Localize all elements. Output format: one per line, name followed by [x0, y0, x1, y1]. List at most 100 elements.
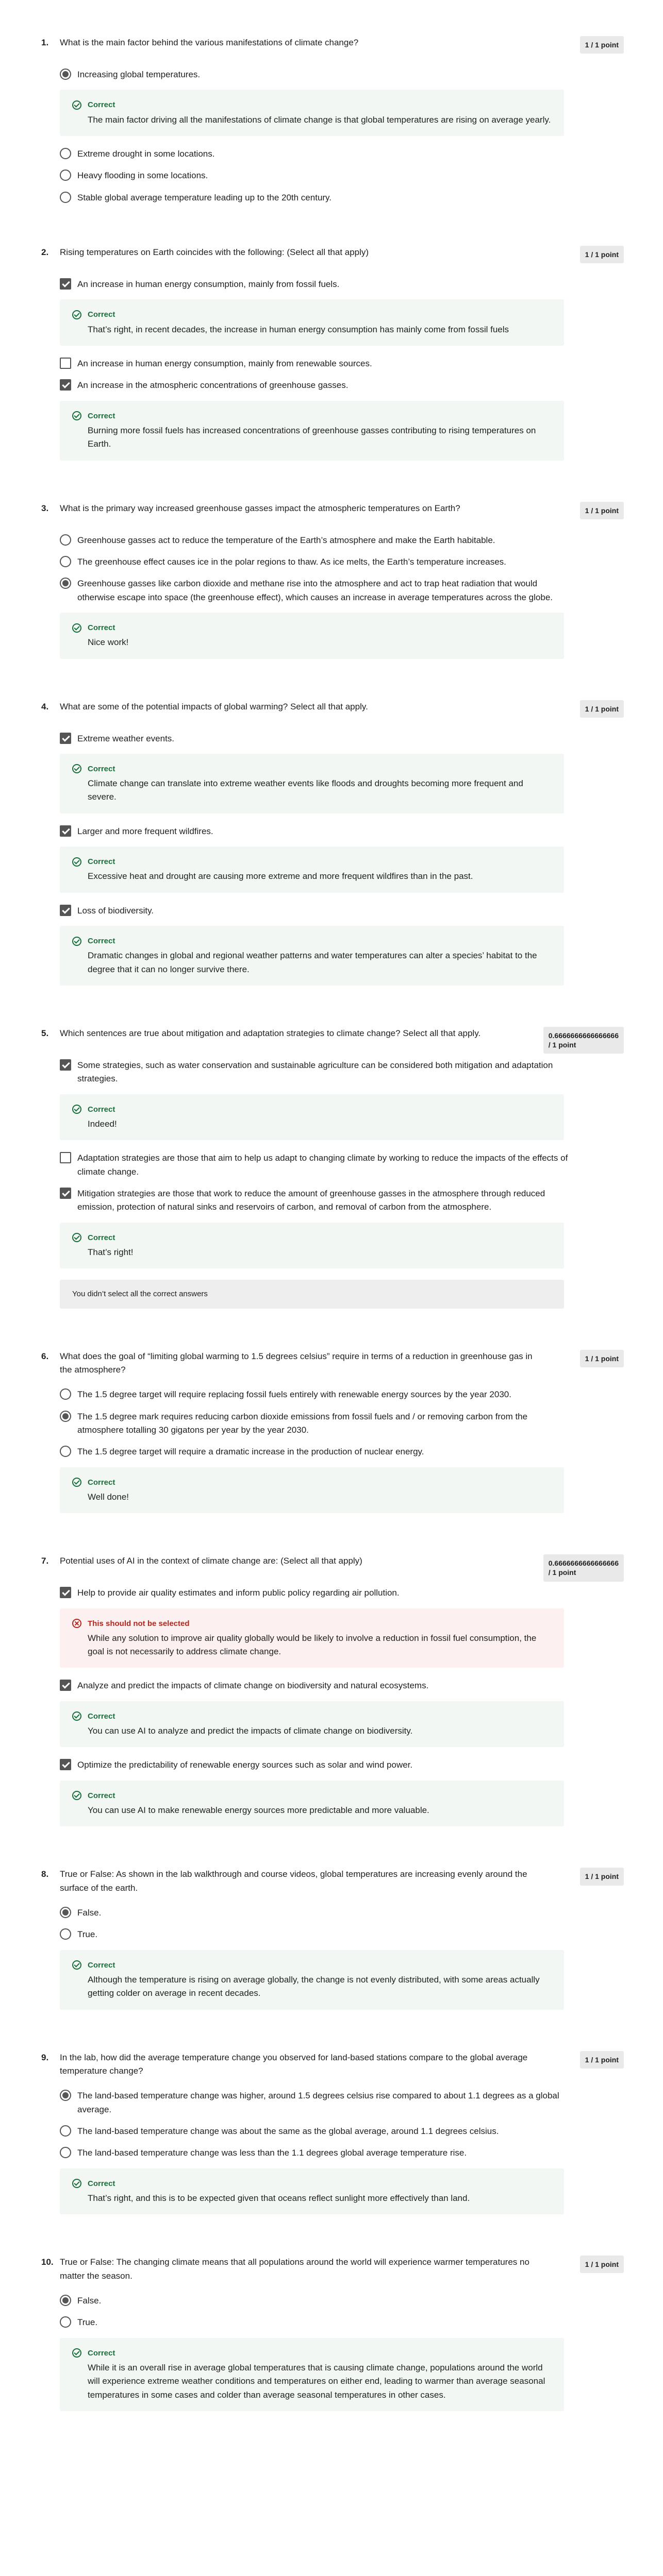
radio-option[interactable]: True.: [60, 1928, 575, 1941]
radio-option[interactable]: The 1.5 degree target will require repla…: [60, 1388, 575, 1401]
option-label: The 1.5 degree target will require a dra…: [77, 1447, 424, 1457]
radio-unselected[interactable]: [60, 191, 71, 203]
checkbox-option[interactable]: Extreme weather events.: [60, 732, 575, 745]
feedback-header: Correct: [72, 2178, 552, 2190]
radio-option[interactable]: Heavy flooding in some locations.: [60, 169, 575, 182]
check-circle-icon: [72, 857, 81, 867]
checkbox-option[interactable]: Larger and more frequent wildfires.: [60, 825, 575, 838]
feedback-header: Correct: [72, 763, 552, 775]
radio-selected[interactable]: [60, 69, 71, 80]
radio-option[interactable]: Increasing global temperatures.: [60, 68, 575, 81]
radio-option[interactable]: Extreme drought in some locations.: [60, 147, 575, 161]
radio-unselected[interactable]: [60, 555, 71, 567]
feedback-title: Correct: [88, 1233, 115, 1242]
feedback-title: This should not be selected: [88, 1619, 190, 1628]
option-label: An increase in human energy consumption,…: [77, 358, 372, 368]
option-label: The land-based temperature change was le…: [77, 2148, 467, 2158]
checkbox-checked[interactable]: [60, 1587, 71, 1599]
radio-option[interactable]: The land-based temperature change was ab…: [60, 2125, 575, 2138]
question-header: 2. Rising temperatures on Earth coincides…: [41, 246, 624, 266]
checkbox-checked[interactable]: [60, 1059, 71, 1071]
option-label: Heavy flooding in some locations.: [77, 171, 208, 181]
feedback-box: Correct That’s right!: [60, 1222, 564, 1269]
checkbox-option[interactable]: Some strategies, such as water conservat…: [60, 1059, 575, 1086]
radio-option[interactable]: The 1.5 degree mark requires reducing ca…: [60, 1410, 575, 1437]
feedback-header: This should not be selected: [72, 1618, 552, 1630]
check-circle-icon: [72, 936, 81, 946]
feedback-text: Burning more fossil fuels has increased …: [88, 425, 536, 449]
question-block: 8. True or False: As shown in the lab wal…: [41, 1868, 624, 2010]
radio-option[interactable]: False.: [60, 1906, 575, 1920]
option-label: Adaptation strategies are those that aim…: [77, 1153, 568, 1177]
checkbox-checked[interactable]: [60, 825, 71, 837]
question-number: 10.: [41, 2257, 54, 2267]
radio-option[interactable]: Stable global average temperature leadin…: [60, 191, 575, 205]
check-circle-icon: [72, 1105, 81, 1114]
radio-unselected[interactable]: [60, 2316, 71, 2328]
radio-unselected[interactable]: [60, 147, 71, 159]
score-badge: 1 / 1 point: [579, 700, 624, 718]
option-label: The 1.5 degree mark requires reducing ca…: [77, 1411, 528, 1435]
question-header: 4. What are some of the potential impacts…: [41, 700, 624, 721]
checkbox-option[interactable]: Optimize the predictability of renewable…: [60, 1758, 575, 1772]
question-prompt: What is the primary way increased greenh…: [60, 503, 460, 513]
question-block: 10. True or False: The changing climate m…: [41, 2256, 624, 2411]
checkbox-unchecked[interactable]: [60, 1152, 71, 1164]
question-prompt: In the lab, how did the average temperat…: [60, 2052, 528, 2076]
question-header: 6. What does the goal of “limiting global…: [41, 1350, 624, 1377]
radio-option[interactable]: The 1.5 degree target will require a dra…: [60, 1445, 575, 1459]
radio-option[interactable]: The land-based temperature change was le…: [60, 2146, 575, 2160]
checkbox-checked[interactable]: [60, 904, 71, 916]
answer-options: Greenhouse gasses act to reduce the temp…: [60, 534, 624, 659]
check-circle-icon: [72, 1711, 81, 1721]
score-badge: 1 / 1 point: [579, 2050, 624, 2069]
radio-option[interactable]: Greenhouse gasses act to reduce the temp…: [60, 534, 575, 547]
checkbox-checked[interactable]: [60, 1680, 71, 1691]
radio-selected[interactable]: [60, 1907, 71, 1918]
checkbox-option[interactable]: Analyze and predict the impacts of clima…: [60, 1679, 575, 1692]
answer-options: The land-based temperature change was hi…: [60, 2089, 624, 2215]
checkbox-option[interactable]: Mitigation strategies are those that wor…: [60, 1187, 575, 1214]
checkbox-checked[interactable]: [60, 278, 71, 290]
radio-unselected[interactable]: [60, 1388, 71, 1400]
radio-unselected[interactable]: [60, 1446, 71, 1458]
checkbox-option[interactable]: Help to provide air quality estimates an…: [60, 1586, 575, 1600]
feedback-box: Correct Climate change can translate into…: [60, 753, 564, 814]
checkbox-checked[interactable]: [60, 379, 71, 391]
radio-option[interactable]: The land-based temperature change was hi…: [60, 2089, 575, 2116]
radio-unselected[interactable]: [60, 2147, 71, 2159]
feedback-header: Correct: [72, 1959, 552, 1971]
option-label: An increase in human energy consumption,…: [77, 279, 340, 289]
radio-unselected[interactable]: [60, 2125, 71, 2137]
option-label: Increasing global temperatures.: [77, 70, 201, 79]
checkbox-option[interactable]: Loss of biodiversity.: [60, 904, 575, 918]
checkbox-checked[interactable]: [60, 1759, 71, 1771]
checkbox-checked[interactable]: [60, 732, 71, 744]
feedback-box: Correct Excessive heat and drought are ca…: [60, 846, 564, 893]
question-block: 5. Which sentences are true about mitigat…: [41, 1027, 624, 1309]
checkbox-unchecked[interactable]: [60, 357, 71, 369]
radio-selected[interactable]: [60, 1410, 71, 1422]
radio-selected[interactable]: [60, 578, 71, 589]
feedback-header: Correct: [72, 410, 552, 422]
radio-selected[interactable]: [60, 2090, 71, 2102]
radio-option[interactable]: Greenhouse gasses like carbon dioxide an…: [60, 577, 575, 604]
radio-option[interactable]: True.: [60, 2316, 575, 2329]
checkbox-option[interactable]: An increase in human energy consumption,…: [60, 278, 575, 291]
feedback-box: Correct Although the temperature is risin…: [60, 1950, 564, 2010]
radio-unselected[interactable]: [60, 170, 71, 181]
question-number: 3.: [41, 503, 49, 513]
question-prompt: Potential uses of AI in the context of c…: [60, 1556, 362, 1566]
question-prompt: True or False: The changing climate mean…: [60, 2257, 529, 2281]
checkbox-option[interactable]: An increase in the atmospheric concentra…: [60, 379, 575, 392]
checkbox-checked[interactable]: [60, 1187, 71, 1199]
radio-selected[interactable]: [60, 2294, 71, 2306]
radio-option[interactable]: False.: [60, 2294, 575, 2308]
question-prompt: True or False: As shown in the lab walkt…: [60, 1869, 527, 1893]
radio-unselected[interactable]: [60, 534, 71, 546]
check-circle-icon: [72, 2179, 81, 2189]
checkbox-option[interactable]: Adaptation strategies are those that aim…: [60, 1151, 575, 1179]
radio-unselected[interactable]: [60, 1928, 71, 1940]
checkbox-option[interactable]: An increase in human energy consumption,…: [60, 357, 575, 370]
radio-option[interactable]: The greenhouse effect causes ice in the …: [60, 555, 575, 569]
